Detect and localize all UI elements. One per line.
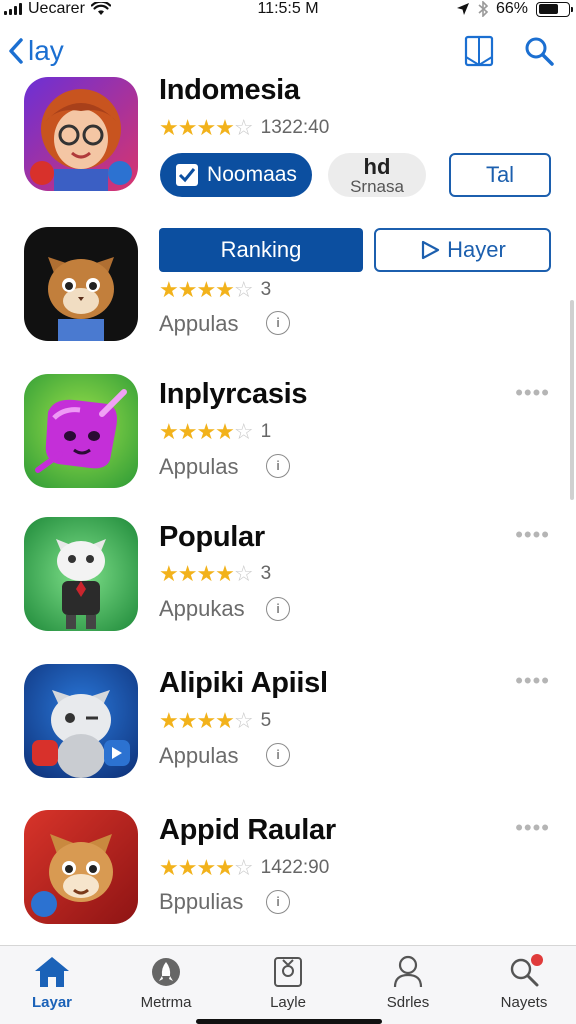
info-icon[interactable]: i — [266, 597, 290, 621]
star-rating-icon: ★★★★☆ — [159, 115, 254, 140]
rating-count: 1422:90 — [260, 857, 330, 878]
star-rating-icon: ★★★★☆ — [159, 708, 254, 733]
app-category: Appukas — [159, 596, 245, 621]
chevron-left-icon — [9, 38, 23, 64]
tab-label: Sdrles — [386, 994, 430, 1011]
bluetooth-icon — [478, 1, 488, 17]
info-icon[interactable]: i — [266, 890, 290, 914]
book-icon — [464, 35, 494, 67]
battery-percent: 66% — [495, 0, 528, 17]
tab-layle[interactable]: Layle — [238, 954, 338, 1014]
app-rating: ★★★★☆ 3 — [159, 277, 272, 302]
more-options-icon[interactable]: •••• — [515, 668, 550, 694]
more-options-icon[interactable]: •••• — [515, 815, 550, 841]
app-rating: ★★★★☆ 1322:40 — [159, 115, 330, 140]
status-right: 66% — [456, 0, 573, 18]
tab-bar: Layar Metrma Layle Sdrles Nayets — [0, 945, 576, 1024]
app-rating: ★★★★☆ 3 — [159, 561, 272, 586]
app-category: Appulas — [159, 743, 239, 768]
app-category: Appulas — [159, 454, 239, 479]
play-icon — [422, 240, 440, 260]
tal-button[interactable]: Tal — [449, 153, 551, 197]
info-icon[interactable]: i — [266, 311, 290, 335]
app-title[interactable]: Indomesia — [159, 74, 300, 107]
info-icon[interactable]: i — [266, 454, 290, 478]
app-rating: ★★★★☆ 1 — [159, 419, 272, 444]
srnasa-top-label: hd — [363, 153, 391, 179]
info-icon[interactable]: i — [266, 743, 290, 767]
book-button[interactable] — [463, 34, 495, 68]
checkbox-icon — [176, 164, 199, 186]
rocket-icon — [152, 958, 180, 986]
rating-count: 1 — [260, 421, 272, 442]
tab-metrma[interactable]: Metrma — [116, 954, 216, 1014]
battery-fill — [538, 4, 558, 14]
brown-cat-icon — [31, 834, 113, 917]
rating-count: 3 — [260, 563, 272, 584]
app-icon-white-cat-suit[interactable] — [24, 517, 138, 631]
star-rating-icon: ★★★★☆ — [159, 419, 254, 444]
rating-count: 3 — [260, 279, 272, 300]
more-options-icon[interactable]: •••• — [515, 380, 550, 406]
scrollbar[interactable] — [570, 300, 574, 500]
game-icon — [274, 957, 302, 987]
home-icon — [35, 957, 69, 987]
white-cat-icon — [56, 539, 106, 629]
back-label: lay — [28, 35, 64, 66]
app-category: Bppulias — [159, 889, 244, 914]
location-icon — [456, 3, 469, 15]
star-rating-icon: ★★★★☆ — [159, 855, 254, 880]
purple-creature-icon — [35, 389, 127, 473]
tab-label: Layar — [31, 994, 73, 1011]
cat-avatar-icon — [48, 257, 114, 341]
rating-count: 1322:40 — [260, 117, 330, 138]
app-title[interactable]: Appid Raular — [159, 814, 336, 847]
home-indicator — [196, 1019, 382, 1024]
tal-label: Tal — [485, 162, 515, 187]
app-rating: ★★★★☆ 1422:90 — [159, 855, 330, 880]
gray-cat-icon — [32, 690, 130, 778]
app-icon-purple-creature[interactable] — [24, 374, 138, 488]
noomaas-label: Noomaas — [207, 163, 297, 186]
notification-badge — [531, 954, 543, 966]
tab-label: Metrma — [140, 994, 192, 1011]
app-icon-girl-character[interactable] — [24, 77, 138, 191]
ranking-label: Ranking — [220, 237, 302, 262]
player-label: Hayer — [447, 237, 506, 262]
app-category: Appulas — [159, 311, 239, 336]
rating-count: 5 — [260, 710, 272, 731]
app-rating: ★★★★☆ 5 — [159, 708, 272, 733]
person-icon — [393, 955, 423, 988]
noomaas-button[interactable]: Noomaas — [160, 153, 312, 197]
srnasa-bottom-label: Srnasa — [350, 176, 404, 196]
tab-label: Layle — [270, 994, 306, 1011]
back-button[interactable]: lay — [8, 33, 64, 69]
app-icon-cat-character[interactable] — [24, 227, 138, 341]
app-title[interactable]: Inplyrcasis — [159, 378, 308, 411]
more-options-icon[interactable]: •••• — [515, 522, 550, 548]
app-icon-gray-cat[interactable] — [24, 664, 138, 778]
app-icon-brown-cat[interactable] — [24, 810, 138, 924]
tab-sdrles[interactable]: Sdrles — [358, 954, 458, 1014]
player-button[interactable]: Hayer — [374, 228, 551, 272]
search-icon — [525, 37, 554, 66]
search-button[interactable] — [523, 34, 555, 68]
app-title[interactable]: Popular — [159, 521, 265, 554]
ranking-button[interactable]: Ranking — [159, 228, 363, 272]
star-rating-icon: ★★★★☆ — [159, 277, 254, 302]
battery-icon — [536, 1, 573, 17]
star-rating-icon: ★★★★☆ — [159, 561, 254, 586]
app-title[interactable]: Alipiki Apiisl — [159, 667, 328, 700]
tab-layar[interactable]: Layar — [2, 954, 102, 1014]
srnasa-button[interactable]: hd Srnasa — [328, 153, 426, 197]
status-bar: Uecarer 11:5:5 M 66% — [0, 0, 576, 20]
tab-nayets[interactable]: Nayets — [474, 954, 574, 1014]
tab-label: Nayets — [500, 994, 548, 1011]
girl-avatar-icon — [30, 89, 132, 191]
